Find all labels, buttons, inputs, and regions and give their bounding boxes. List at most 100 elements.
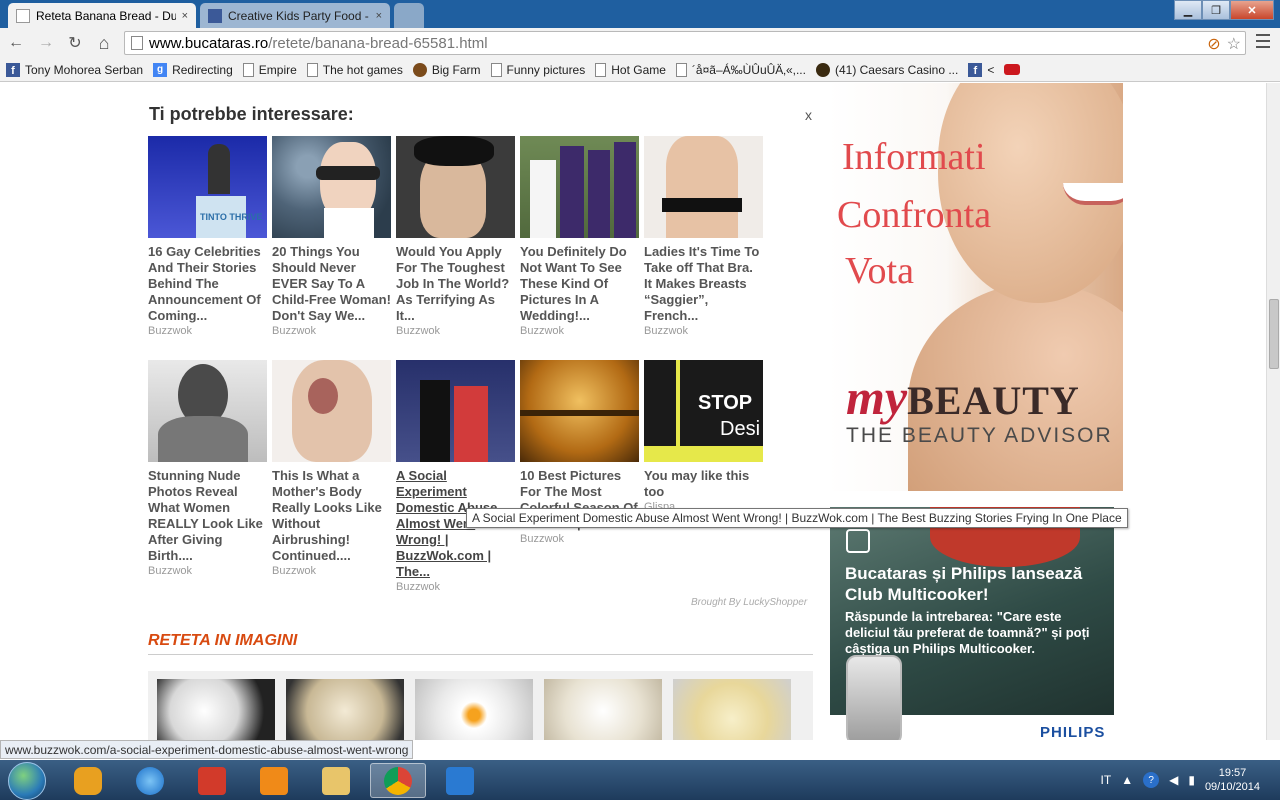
youtube-icon — [1004, 64, 1021, 75]
bookmark-label: Tony Mohorea Serban — [25, 62, 144, 77]
section-divider — [148, 654, 813, 655]
home-icon[interactable]: ⌂ — [94, 33, 114, 53]
rec-card-wedding[interactable]: You Definitely Do Not Want To See These … — [520, 136, 640, 337]
bookmark-hot-game[interactable]: Hot Game — [595, 62, 666, 77]
rec-card-bra[interactable]: Ladies It's Time To Take off That Bra. I… — [644, 136, 764, 337]
rec-thumbnail[interactable] — [520, 360, 639, 462]
bucataras-favicon — [16, 8, 30, 23]
rec-card-toughest-job[interactable]: Would You Apply For The Toughest Job In … — [396, 136, 516, 337]
rec-card-source: Buzzwok — [396, 581, 441, 593]
chrome-icon — [384, 766, 412, 795]
rec-card-nude-photos[interactable]: Stunning Nude Photos Reveal What Women R… — [148, 360, 268, 577]
bookmark-the-hot-games[interactable]: The hot games — [306, 62, 403, 77]
rec-card-title[interactable]: Stunning Nude Photos Reveal What Women R… — [148, 468, 268, 564]
rec-thumbnail[interactable]: STOP Desi — [644, 360, 763, 462]
rec-card-title[interactable]: 20 Things You Should Never EVER Say To A… — [272, 244, 392, 324]
rec-thumbnail[interactable] — [520, 136, 639, 238]
tray-arrow-icon[interactable]: ▲ — [1121, 773, 1133, 787]
philips-ad-banner[interactable]: Bucataras și Philips lansează Club Multi… — [830, 507, 1114, 740]
page-icon — [306, 62, 318, 77]
taskbar-app-game[interactable] — [60, 763, 116, 798]
bookmark-youtube[interactable] — [1004, 64, 1021, 75]
ad-text-informati: Informati — [842, 136, 986, 178]
language-indicator[interactable]: IT — [1101, 773, 1112, 787]
start-button[interactable] — [8, 762, 46, 800]
rec-card-title[interactable]: Would You Apply For The Toughest Job In … — [396, 244, 516, 324]
forward-icon[interactable]: → — [36, 33, 56, 53]
rec-card-gay-celebrities[interactable]: TINTO THRIVE 16 Gay Celebrities And Thei… — [148, 136, 268, 337]
gallery-thumbnail[interactable] — [673, 679, 791, 740]
thumb-text-stop: STOP — [698, 392, 753, 414]
rec-thumbnail[interactable] — [644, 136, 763, 238]
mybeauty-ad-banner[interactable]: Informati Confronta Vota myBEAUTY THE BE… — [828, 83, 1123, 491]
extension-icon[interactable]: ⊘ — [1207, 34, 1220, 54]
rec-card-mothers-body[interactable]: This Is What a Mother's Body Really Look… — [272, 360, 392, 577]
rec-card-title[interactable]: Ladies It's Time To Take off That Bra. I… — [644, 244, 764, 324]
rec-thumbnail[interactable] — [396, 136, 515, 238]
bookmark-label: < — [987, 62, 995, 77]
bookmark-garbled[interactable]: ´å¤ã–Á‰ÙÛuÛÄ‚«,... — [675, 62, 806, 77]
internet-explorer-icon — [136, 766, 164, 795]
tab-close-icon[interactable]: × — [182, 10, 188, 22]
bookmark-funny-pictures[interactable]: Funny pictures — [490, 62, 585, 77]
volume-icon[interactable]: ◀ — [1169, 773, 1178, 787]
multicooker-image — [846, 655, 902, 740]
help-icon[interactable]: ? — [1143, 772, 1160, 788]
rec-card-source: Buzzwok — [272, 325, 317, 337]
bookmark-facebook[interactable]: f < — [968, 62, 995, 77]
back-icon[interactable]: ← — [6, 33, 26, 53]
bookmarks-bar: f Tony Mohorea Serban g Redirecting Empire… — [0, 58, 1280, 82]
tab-title: Creative Kids Party Food - — [228, 8, 369, 23]
gallery-thumbnail[interactable] — [157, 679, 275, 740]
address-bar[interactable]: www.bucataras.ro/retete/banana-bread-655… — [124, 31, 1246, 55]
rec-card-source: Buzzwok — [520, 325, 565, 337]
bookmark-star-icon[interactable]: ☆ — [1227, 34, 1241, 54]
rec-card-title[interactable]: 16 Gay Celebrities And Their Stories Beh… — [148, 244, 268, 324]
minimize-button[interactable]: ▁ — [1174, 0, 1202, 20]
close-window-button[interactable]: ✕ — [1230, 0, 1274, 20]
rec-card-social-experiment[interactable]: A Social Experiment Domestic Abuse Almos… — [396, 360, 516, 593]
logo-beauty: BEAUTY — [907, 378, 1080, 423]
windows-taskbar: IT ▲ ? ◀ ▮ 19:57 09/10/2014 — [0, 760, 1280, 800]
rec-card-title[interactable]: You may like this too — [644, 468, 764, 500]
bookmark-redirecting[interactable]: g Redirecting — [153, 62, 233, 77]
scrollbar-thumb[interactable] — [1269, 299, 1279, 369]
taskbar-app-mp3[interactable] — [184, 763, 240, 798]
maximize-button[interactable]: ❐ — [1202, 0, 1230, 20]
bookmark-tony-mohorea-serban[interactable]: f Tony Mohorea Serban — [6, 62, 144, 77]
chrome-menu-icon[interactable] — [1256, 34, 1270, 48]
rec-thumbnail[interactable] — [272, 360, 391, 462]
tab-close-icon[interactable]: × — [376, 10, 382, 22]
rec-thumbnail[interactable] — [148, 360, 267, 462]
rec-thumbnail[interactable] — [396, 360, 515, 462]
taskbar-app-media-player[interactable] — [246, 763, 302, 798]
bookmark-big-farm[interactable]: Big Farm — [412, 62, 481, 77]
gallery-thumbnail[interactable] — [286, 679, 404, 740]
gallery-thumbnail[interactable] — [415, 679, 533, 740]
taskbar-app-chrome[interactable] — [370, 763, 426, 798]
rec-card-title[interactable]: This Is What a Mother's Body Really Look… — [272, 468, 392, 564]
taskbar-app-internet-explorer[interactable] — [122, 763, 178, 798]
taskbar-app-337[interactable] — [432, 763, 488, 798]
bookmark-caesars-casino[interactable]: (41) Caesars Casino ... — [815, 62, 958, 77]
rec-card-you-may-like[interactable]: STOP Desi You may like this too Glispa — [644, 360, 764, 513]
bookmark-empire[interactable]: Empire — [242, 62, 297, 77]
brought-by-label[interactable]: Brought By LuckyShopper — [691, 597, 807, 608]
tab-creative-kids-party-food[interactable]: Creative Kids Party Food - × — [200, 3, 390, 28]
status-bubble-url: www.buzzwok.com/a-social-experiment-dome… — [0, 740, 414, 759]
rec-thumbnail[interactable]: TINTO THRIVE — [148, 136, 267, 238]
tab-reteta-banana-bread[interactable]: Reteta Banana Bread - Dul × — [8, 3, 196, 28]
gallery-thumbnail[interactable] — [544, 679, 662, 740]
rec-card-child-free[interactable]: 20 Things You Should Never EVER Say To A… — [272, 136, 392, 337]
recommendations-close-button[interactable]: x — [805, 107, 812, 123]
rec-card-title[interactable]: You Definitely Do Not Want To See These … — [520, 244, 640, 324]
rec-thumbnail[interactable] — [272, 136, 391, 238]
new-tab-button[interactable] — [394, 3, 424, 28]
network-icon[interactable]: ▮ — [1188, 773, 1195, 787]
window-controls: ▁ ❐ ✕ — [1174, 0, 1274, 20]
section-title: RETETA IN IMAGINI — [148, 632, 298, 649]
page-scrollbar[interactable] — [1266, 83, 1280, 740]
clock[interactable]: 19:57 09/10/2014 — [1205, 766, 1260, 794]
reload-icon[interactable]: ↻ — [65, 33, 85, 53]
taskbar-app-explorer[interactable] — [308, 763, 364, 798]
